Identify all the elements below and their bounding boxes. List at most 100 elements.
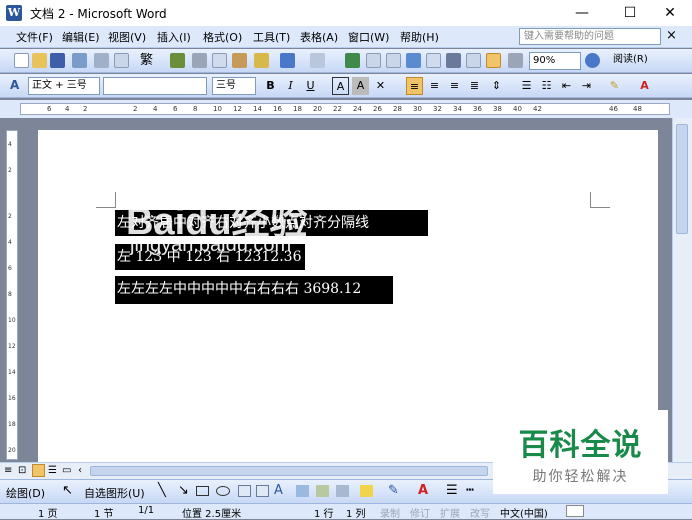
table-icon[interactable] (366, 53, 381, 68)
outline-view-icon[interactable]: ☰ (48, 465, 57, 476)
draw-font-color-icon[interactable]: A (418, 483, 428, 498)
spelling-status-icon[interactable] (566, 505, 584, 517)
cut-icon[interactable] (192, 53, 207, 68)
char-border-button[interactable]: A (332, 77, 349, 95)
minimize-button[interactable]: — (560, 0, 604, 26)
ruler-mark: 8 (8, 291, 12, 298)
fill-color-icon[interactable] (360, 485, 373, 497)
menu-table[interactable]: 表格(A) (300, 29, 338, 45)
columns-icon[interactable] (426, 53, 441, 68)
hyperlink-icon[interactable] (345, 53, 360, 68)
scroll-left-icon[interactable]: ‹ (78, 465, 82, 476)
reading-view-icon[interactable]: ▭ (62, 465, 71, 476)
help-search-input[interactable]: 键入需要帮助的问题 (519, 28, 661, 45)
status-extend[interactable]: 扩展 (440, 505, 460, 520)
line-style-icon[interactable]: ☰ (446, 483, 458, 498)
status-overtype[interactable]: 改写 (470, 505, 490, 520)
status-track-changes[interactable]: 修订 (410, 505, 430, 520)
line-spacing-icon[interactable]: ⇕ (488, 77, 505, 95)
help-icon[interactable] (585, 53, 600, 68)
justify-icon[interactable]: ≣ (466, 77, 483, 95)
line-icon[interactable]: ╲ (158, 483, 166, 498)
menu-window[interactable]: 窗口(W) (348, 29, 389, 45)
font-select[interactable] (103, 77, 207, 95)
bold-button[interactable]: B (262, 77, 279, 95)
paste-icon[interactable] (232, 53, 247, 68)
increase-indent-icon[interactable]: ⇥ (578, 77, 595, 95)
ruler-mark: 16 (273, 105, 282, 113)
diagram-icon[interactable] (296, 485, 309, 497)
read-mode-button[interactable]: 阅读(R) (610, 52, 672, 70)
close-doc-icon[interactable]: × (666, 28, 677, 43)
italic-button[interactable]: I (282, 77, 299, 95)
styles-pane-icon[interactable]: A (10, 78, 25, 93)
decrease-indent-icon[interactable]: ⇤ (558, 77, 575, 95)
menu-edit[interactable]: 编辑(E) (62, 29, 100, 45)
font-color-icon[interactable]: A (636, 77, 653, 95)
vertical-textbox-icon[interactable] (256, 485, 269, 497)
bullets-icon[interactable]: ☷ (538, 77, 555, 95)
zoom-select[interactable]: 90% (529, 52, 581, 70)
permission-icon[interactable] (72, 53, 87, 68)
h-scroll-thumb[interactable] (90, 466, 488, 476)
oval-icon[interactable] (216, 486, 230, 496)
print-preview-icon[interactable] (114, 53, 129, 68)
select-objects-icon[interactable]: ↖ (62, 483, 73, 498)
normal-view-icon[interactable]: ≡ (4, 465, 12, 476)
close-button[interactable]: ✕ (648, 0, 692, 26)
arrow-icon[interactable]: ↘ (178, 483, 189, 498)
draw-menu-button[interactable]: 绘图(D) (6, 485, 45, 501)
menu-file[interactable]: 文件(F) (16, 29, 53, 45)
clipart-icon[interactable] (316, 485, 329, 497)
redo-icon[interactable] (310, 53, 325, 68)
line-color-icon[interactable]: ✎ (388, 483, 399, 498)
highlight-icon[interactable]: ✎ (606, 77, 623, 95)
ruler-mark: 34 (453, 105, 462, 113)
traditional-chinese-icon[interactable]: 繁 (140, 53, 155, 68)
rectangle-icon[interactable] (196, 486, 209, 496)
document-line[interactable]: 左左左左中中中中中右右右右 3698.12 (115, 276, 393, 304)
align-center-icon[interactable]: ≡ (426, 77, 443, 95)
textbox-icon[interactable] (238, 485, 251, 497)
spelling-icon[interactable] (170, 53, 185, 68)
align-left-icon[interactable]: ≡ (406, 77, 423, 95)
vertical-scrollbar[interactable] (672, 118, 692, 462)
align-right-icon[interactable]: ≡ (446, 77, 463, 95)
scroll-thumb[interactable] (676, 124, 688, 234)
char-shading-button[interactable]: A (352, 77, 369, 95)
open-icon[interactable] (32, 53, 47, 68)
menu-insert[interactable]: 插入(I) (157, 29, 191, 45)
dash-style-icon[interactable]: ┅ (466, 483, 474, 498)
maximize-button[interactable]: ☐ (608, 0, 652, 26)
picture-icon[interactable] (336, 485, 349, 497)
underline-button[interactable]: U (302, 77, 319, 95)
copy-icon[interactable] (212, 53, 227, 68)
autoshapes-button[interactable]: 自选图形(U) (84, 485, 145, 501)
show-hide-icon[interactable] (486, 53, 501, 68)
save-icon[interactable] (50, 53, 65, 68)
ruler-bar[interactable]: 6 4 2 2 4 6 8 10 12 14 16 18 20 22 24 26… (20, 103, 670, 115)
drawing-icon[interactable] (446, 53, 461, 68)
undo-icon[interactable] (280, 53, 295, 68)
wordart-icon[interactable]: A (274, 483, 283, 498)
print-view-icon[interactable] (32, 464, 45, 477)
ruler-mark: 42 (533, 105, 542, 113)
insert-table-icon[interactable] (386, 53, 401, 68)
format-painter-icon[interactable] (254, 53, 269, 68)
status-record[interactable]: 录制 (380, 505, 400, 520)
web-view-icon[interactable]: ⊡ (18, 465, 26, 476)
style-select[interactable]: 正文 + 三号 (28, 77, 100, 95)
doc-map-icon[interactable] (466, 53, 481, 68)
print-icon[interactable] (94, 53, 109, 68)
excel-icon[interactable] (406, 53, 421, 68)
menu-help[interactable]: 帮助(H) (400, 29, 439, 45)
font-size-select[interactable]: 三号 (212, 77, 256, 95)
numbering-icon[interactable]: ☰ (518, 77, 535, 95)
menu-tools[interactable]: 工具(T) (253, 29, 290, 45)
menu-format[interactable]: 格式(O) (203, 29, 242, 45)
vertical-ruler[interactable]: 4 2 2 4 6 8 10 12 14 16 18 20 (6, 130, 18, 460)
zoom-icon[interactable] (508, 53, 523, 68)
char-scale-icon[interactable]: ✕ (372, 77, 389, 95)
new-icon[interactable] (14, 53, 29, 68)
menu-view[interactable]: 视图(V) (108, 29, 146, 45)
